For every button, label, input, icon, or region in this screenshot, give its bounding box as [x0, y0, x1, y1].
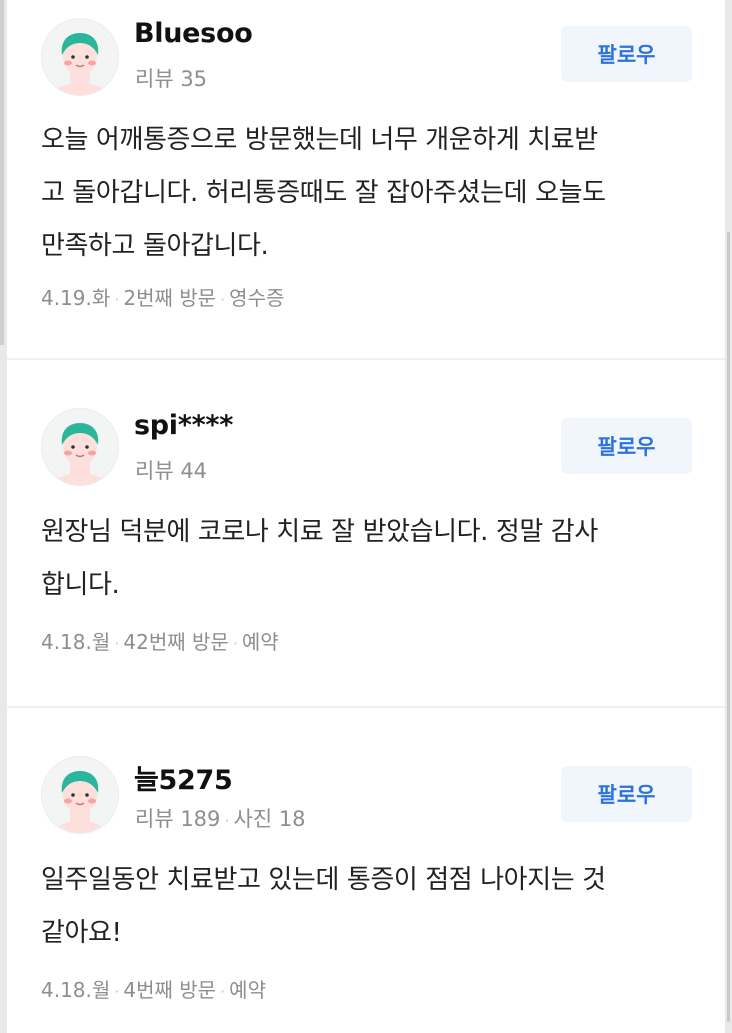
- separator-dot: ·: [114, 634, 120, 653]
- review-text: 일주일동안 치료받고 있는데 통증이 점점 나아지는 것 같아요!: [41, 854, 701, 960]
- user-avatar[interactable]: [41, 18, 119, 96]
- user-avatar[interactable]: [41, 408, 119, 486]
- reviewer-stats: 리뷰 189 · 사진 18: [135, 803, 306, 833]
- reviewer-stats: 리뷰 35: [135, 63, 207, 93]
- review-list: Bluesoo 리뷰 35 팔로우 오늘 어깨통증으로 방문했는데 너무 개운하…: [7, 0, 725, 1033]
- visit-count: 2번째 방문: [123, 286, 217, 310]
- scrollbar-thumb[interactable]: [727, 232, 730, 1022]
- reviewer-name[interactable]: spi****: [134, 410, 233, 441]
- review-text-line: 고 돌아갑니다. 허리통증때도 잘 잡아주셨는데 오늘도: [41, 178, 606, 208]
- review-text-line: 일주일동안 치료받고 있는데 통증이 점점 나아지는 것: [41, 865, 606, 895]
- review-count: 리뷰 44: [135, 459, 208, 483]
- review-count: 리뷰 35: [135, 67, 208, 91]
- visit-count: 42번째 방문: [123, 630, 229, 654]
- review-footer: 4.18.월 · 4번째 방문 · 예약: [41, 974, 266, 1003]
- separator-dot: ·: [114, 982, 120, 1001]
- review-item: Bluesoo 리뷰 35 팔로우 오늘 어깨통증으로 방문했는데 너무 개운하…: [7, 0, 725, 358]
- visit-date: 4.18.월: [41, 630, 111, 654]
- follow-button[interactable]: 팔로우: [561, 766, 692, 822]
- follow-button[interactable]: 팔로우: [561, 418, 692, 474]
- reviewer-name[interactable]: 늘5275: [134, 758, 233, 797]
- follow-button[interactable]: 팔로우: [561, 26, 692, 82]
- user-avatar[interactable]: [41, 756, 119, 834]
- review-footer: 4.19.화 · 2번째 방문 · 영수증: [41, 282, 284, 311]
- review-text: 오늘 어깨통증으로 방문했는데 너무 개운하게 치료받 고 돌아갑니다. 허리통…: [41, 114, 701, 273]
- separator-dot: ·: [220, 982, 226, 1001]
- reviewer-stats: 리뷰 44: [135, 455, 207, 485]
- verification-type: 예약: [229, 978, 266, 1002]
- separator-dot: ·: [220, 290, 226, 309]
- review-text-line: 만족하고 돌아갑니다.: [41, 231, 269, 261]
- separator-dot: ·: [114, 290, 120, 309]
- visit-date: 4.18.월: [41, 978, 111, 1002]
- page-edge-shadow: [0, 0, 4, 345]
- visit-count: 4번째 방문: [123, 978, 217, 1002]
- review-item: spi**** 리뷰 44 팔로우 원장님 덕분에 코로나 치료 잘 받았습니다…: [7, 360, 725, 706]
- review-text: 원장님 덕분에 코로나 치료 잘 받았습니다. 정말 감사 합니다.: [41, 506, 701, 612]
- review-footer: 4.18.월 · 42번째 방문 · 예약: [41, 626, 279, 655]
- separator-dot: ·: [232, 634, 238, 653]
- reviewer-name[interactable]: Bluesoo: [134, 18, 253, 49]
- default-profile-avatar-icon: [54, 771, 106, 833]
- review-text-line: 오늘 어깨통증으로 방문했는데 너무 개운하게 치료받: [41, 125, 598, 155]
- review-text-line: 원장님 덕분에 코로나 치료 잘 받았습니다. 정말 감사: [41, 517, 598, 547]
- review-count: 리뷰 189: [135, 807, 221, 831]
- review-text-line: 합니다.: [41, 570, 120, 600]
- default-profile-avatar-icon: [54, 423, 106, 485]
- review-item: 늘5275 리뷰 189 · 사진 18 팔로우 일주일동안 치료받고 있는데 통증…: [7, 708, 725, 1033]
- visit-date: 4.19.화: [41, 286, 111, 310]
- verification-type: 영수증: [229, 286, 285, 310]
- verification-type: 예약: [241, 630, 279, 654]
- photo-count: 사진 18: [233, 807, 306, 831]
- review-text-line: 같아요!: [41, 918, 122, 948]
- separator-dot: ·: [224, 811, 230, 830]
- default-profile-avatar-icon: [54, 33, 106, 95]
